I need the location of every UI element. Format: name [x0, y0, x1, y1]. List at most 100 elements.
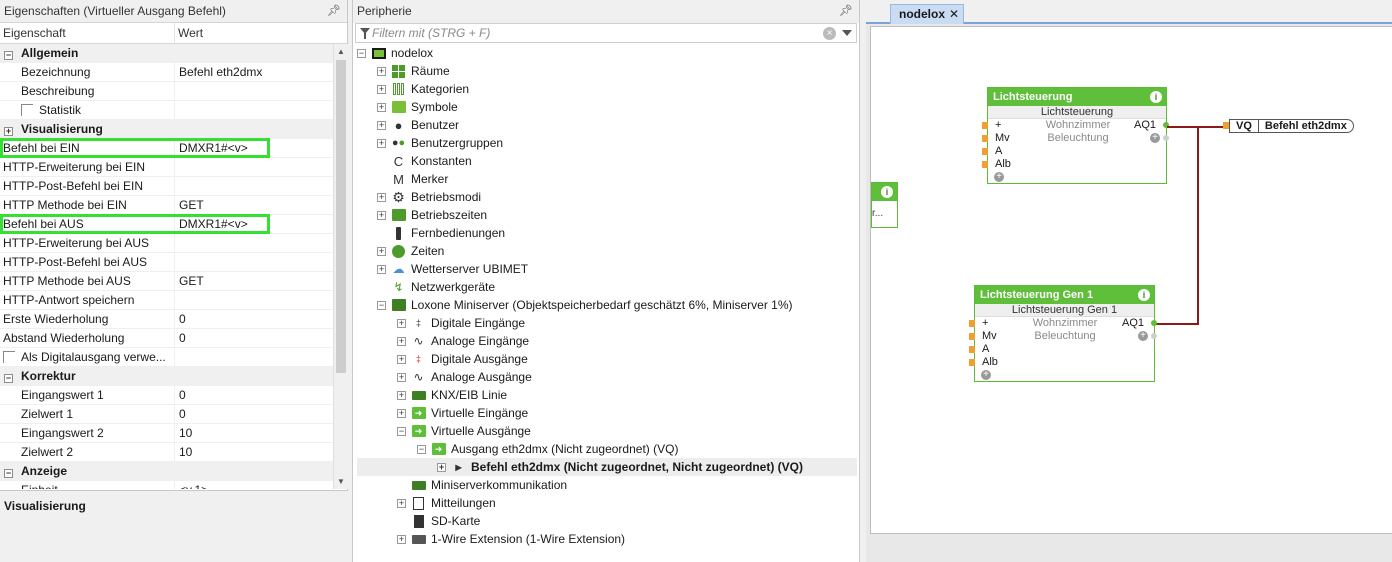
filter-dropdown-icon[interactable] — [842, 30, 852, 36]
property-value[interactable] — [175, 177, 333, 195]
tree-item[interactable]: C Konstanten — [357, 152, 857, 170]
expand-icon[interactable]: + — [397, 318, 406, 328]
tree-item[interactable]: + ➜ Virtuelle Eingänge — [357, 404, 857, 422]
scroll-down-icon[interactable]: ▼ — [337, 477, 345, 486]
expand-icon[interactable]: + — [377, 102, 386, 112]
tree-item[interactable]: Fernbedienungen — [357, 224, 857, 242]
checkbox[interactable] — [3, 351, 15, 363]
property-row[interactable]: Bezeichnung Befehl eth2dmx — [0, 63, 333, 82]
property-value[interactable]: 10 — [175, 424, 333, 442]
input-connector[interactable] — [982, 135, 988, 142]
property-value[interactable]: DMXR1#<v> — [175, 139, 333, 157]
property-row[interactable]: Eingangswert 2 10 — [0, 424, 333, 443]
program-sheet[interactable]: i r... Lichtsteuerung i Lichtsteuerung +… — [870, 26, 1392, 534]
tree-item[interactable]: + ● Benutzer — [357, 116, 857, 134]
property-row[interactable]: Als Digitalausgang verwe... — [0, 348, 333, 367]
tree-item[interactable]: + ‡ Digitale Eingänge — [357, 314, 857, 332]
expand-icon[interactable]: + — [377, 192, 386, 202]
property-scrollbar[interactable]: ▲ ▼ — [333, 44, 348, 489]
property-row[interactable]: HTTP-Post-Befehl bei EIN — [0, 177, 333, 196]
connection-wire[interactable] — [1155, 323, 1199, 325]
property-value[interactable]: 0 — [175, 329, 333, 347]
property-row[interactable]: HTTP Methode bei EIN GET — [0, 196, 333, 215]
property-row[interactable]: Abstand Wiederholung 0 — [0, 329, 333, 348]
expand-icon[interactable]: + — [397, 408, 406, 418]
tree-item[interactable]: + KNX/EIB Linie — [357, 386, 857, 404]
expand-icon[interactable]: + — [377, 120, 386, 130]
property-value[interactable]: GET — [175, 196, 333, 214]
property-value[interactable] — [175, 253, 333, 271]
virtual-output-block[interactable]: VQ Befehl eth2dmx — [1229, 119, 1354, 133]
add-input-icon[interactable]: + — [994, 172, 1004, 182]
collapse-icon[interactable]: − — [4, 51, 13, 60]
input-connector[interactable] — [969, 359, 975, 366]
function-block-lichtsteuerung-gen1[interactable]: Lichtsteuerung Gen 1 i Lichtsteuerung Ge… — [969, 285, 1157, 382]
output-connector[interactable] — [1151, 320, 1157, 326]
property-row[interactable]: Statistik — [0, 101, 333, 120]
expand-icon[interactable]: + — [397, 534, 406, 544]
expand-icon[interactable]: + — [397, 354, 406, 364]
tree-item[interactable]: + ●● Benutzergruppen — [357, 134, 857, 152]
expand-icon[interactable]: + — [377, 210, 386, 220]
property-row[interactable]: Einheit <v.1> — [0, 481, 333, 489]
tree-item[interactable]: Miniserverkommunikation — [357, 476, 857, 494]
property-value[interactable] — [175, 101, 333, 119]
input-connector[interactable] — [982, 122, 988, 129]
property-value[interactable]: 0 — [175, 405, 333, 423]
property-value[interactable]: 0 — [175, 310, 333, 328]
input-connector[interactable] — [982, 148, 988, 155]
property-value[interactable]: Befehl eth2dmx — [175, 63, 333, 81]
property-value[interactable] — [175, 234, 333, 252]
tree-item[interactable]: + ‡ Digitale Ausgänge — [357, 350, 857, 368]
property-value[interactable]: <v.1> — [175, 481, 333, 489]
property-value[interactable]: GET — [175, 272, 333, 290]
expand-icon[interactable]: + — [377, 66, 386, 76]
tree-item[interactable]: + ∿ Analoge Ausgänge — [357, 368, 857, 386]
property-value[interactable]: DMXR1#<v> — [175, 215, 333, 233]
output-connector[interactable] — [1151, 333, 1157, 339]
tree-item[interactable]: + ∿ Analoge Eingänge — [357, 332, 857, 350]
scroll-up-icon[interactable]: ▲ — [337, 47, 345, 56]
tree-item[interactable]: − ➜ Virtuelle Ausgänge — [357, 422, 857, 440]
checkbox[interactable] — [21, 104, 33, 116]
partial-function-block[interactable]: i r... — [871, 182, 898, 228]
property-row[interactable]: HTTP-Antwort speichern — [0, 291, 333, 310]
close-tab-icon[interactable]: ✕ — [949, 5, 959, 23]
tree-item[interactable]: + Mitteilungen — [357, 494, 857, 512]
output-connector[interactable] — [1163, 135, 1169, 141]
collapse-icon[interactable]: − — [397, 426, 406, 436]
property-row[interactable]: Beschreibung — [0, 82, 333, 101]
property-row[interactable]: HTTP Methode bei AUS GET — [0, 272, 333, 291]
info-icon[interactable]: i — [881, 186, 893, 198]
tree-item[interactable]: SD-Karte — [357, 512, 857, 530]
property-value[interactable]: 10 — [175, 443, 333, 461]
tree-item[interactable]: + Kategorien — [357, 80, 857, 98]
collapse-icon[interactable]: − — [4, 469, 13, 478]
connection-wire[interactable] — [1197, 126, 1199, 324]
tree-item[interactable]: +1-Wire Extension (1-Wire Extension) — [357, 530, 857, 548]
property-row[interactable]: Zielwert 2 10 — [0, 443, 333, 462]
tree-item[interactable]: + Räume — [357, 62, 857, 80]
column-value[interactable]: Wert — [175, 23, 203, 43]
expand-icon[interactable]: + — [377, 246, 386, 256]
expand-icon[interactable]: + — [377, 264, 386, 274]
tree-item[interactable]: + ⚙ Betriebsmodi — [357, 188, 857, 206]
tree-item[interactable]: + ▸ Befehl eth2dmx (Nicht zugeordnet, Nich… — [357, 458, 857, 476]
property-value[interactable] — [175, 291, 333, 309]
add-output-icon[interactable]: + — [1138, 331, 1148, 341]
clear-filter-icon[interactable]: × — [823, 27, 836, 40]
program-canvas[interactable]: i r... Lichtsteuerung i Lichtsteuerung +… — [866, 24, 1392, 562]
property-row[interactable]: Erste Wiederholung 0 — [0, 310, 333, 329]
property-row[interactable]: HTTP-Erweiterung bei AUS — [0, 234, 333, 253]
tab-nodelox[interactable]: nodelox ✕ — [890, 4, 964, 24]
property-category[interactable]: − Anzeige — [0, 462, 333, 481]
expand-icon[interactable]: + — [397, 390, 406, 400]
pin-icon[interactable]: 📌︎ — [327, 0, 341, 23]
tree-item[interactable]: M Merker — [357, 170, 857, 188]
expand-icon[interactable]: + — [397, 372, 406, 382]
tree-item[interactable]: + Symbole — [357, 98, 857, 116]
input-connector[interactable] — [969, 333, 975, 340]
property-category[interactable]: + Visualisierung — [0, 120, 333, 139]
info-icon[interactable]: i — [1150, 91, 1162, 103]
collapse-icon[interactable]: − — [4, 374, 13, 383]
